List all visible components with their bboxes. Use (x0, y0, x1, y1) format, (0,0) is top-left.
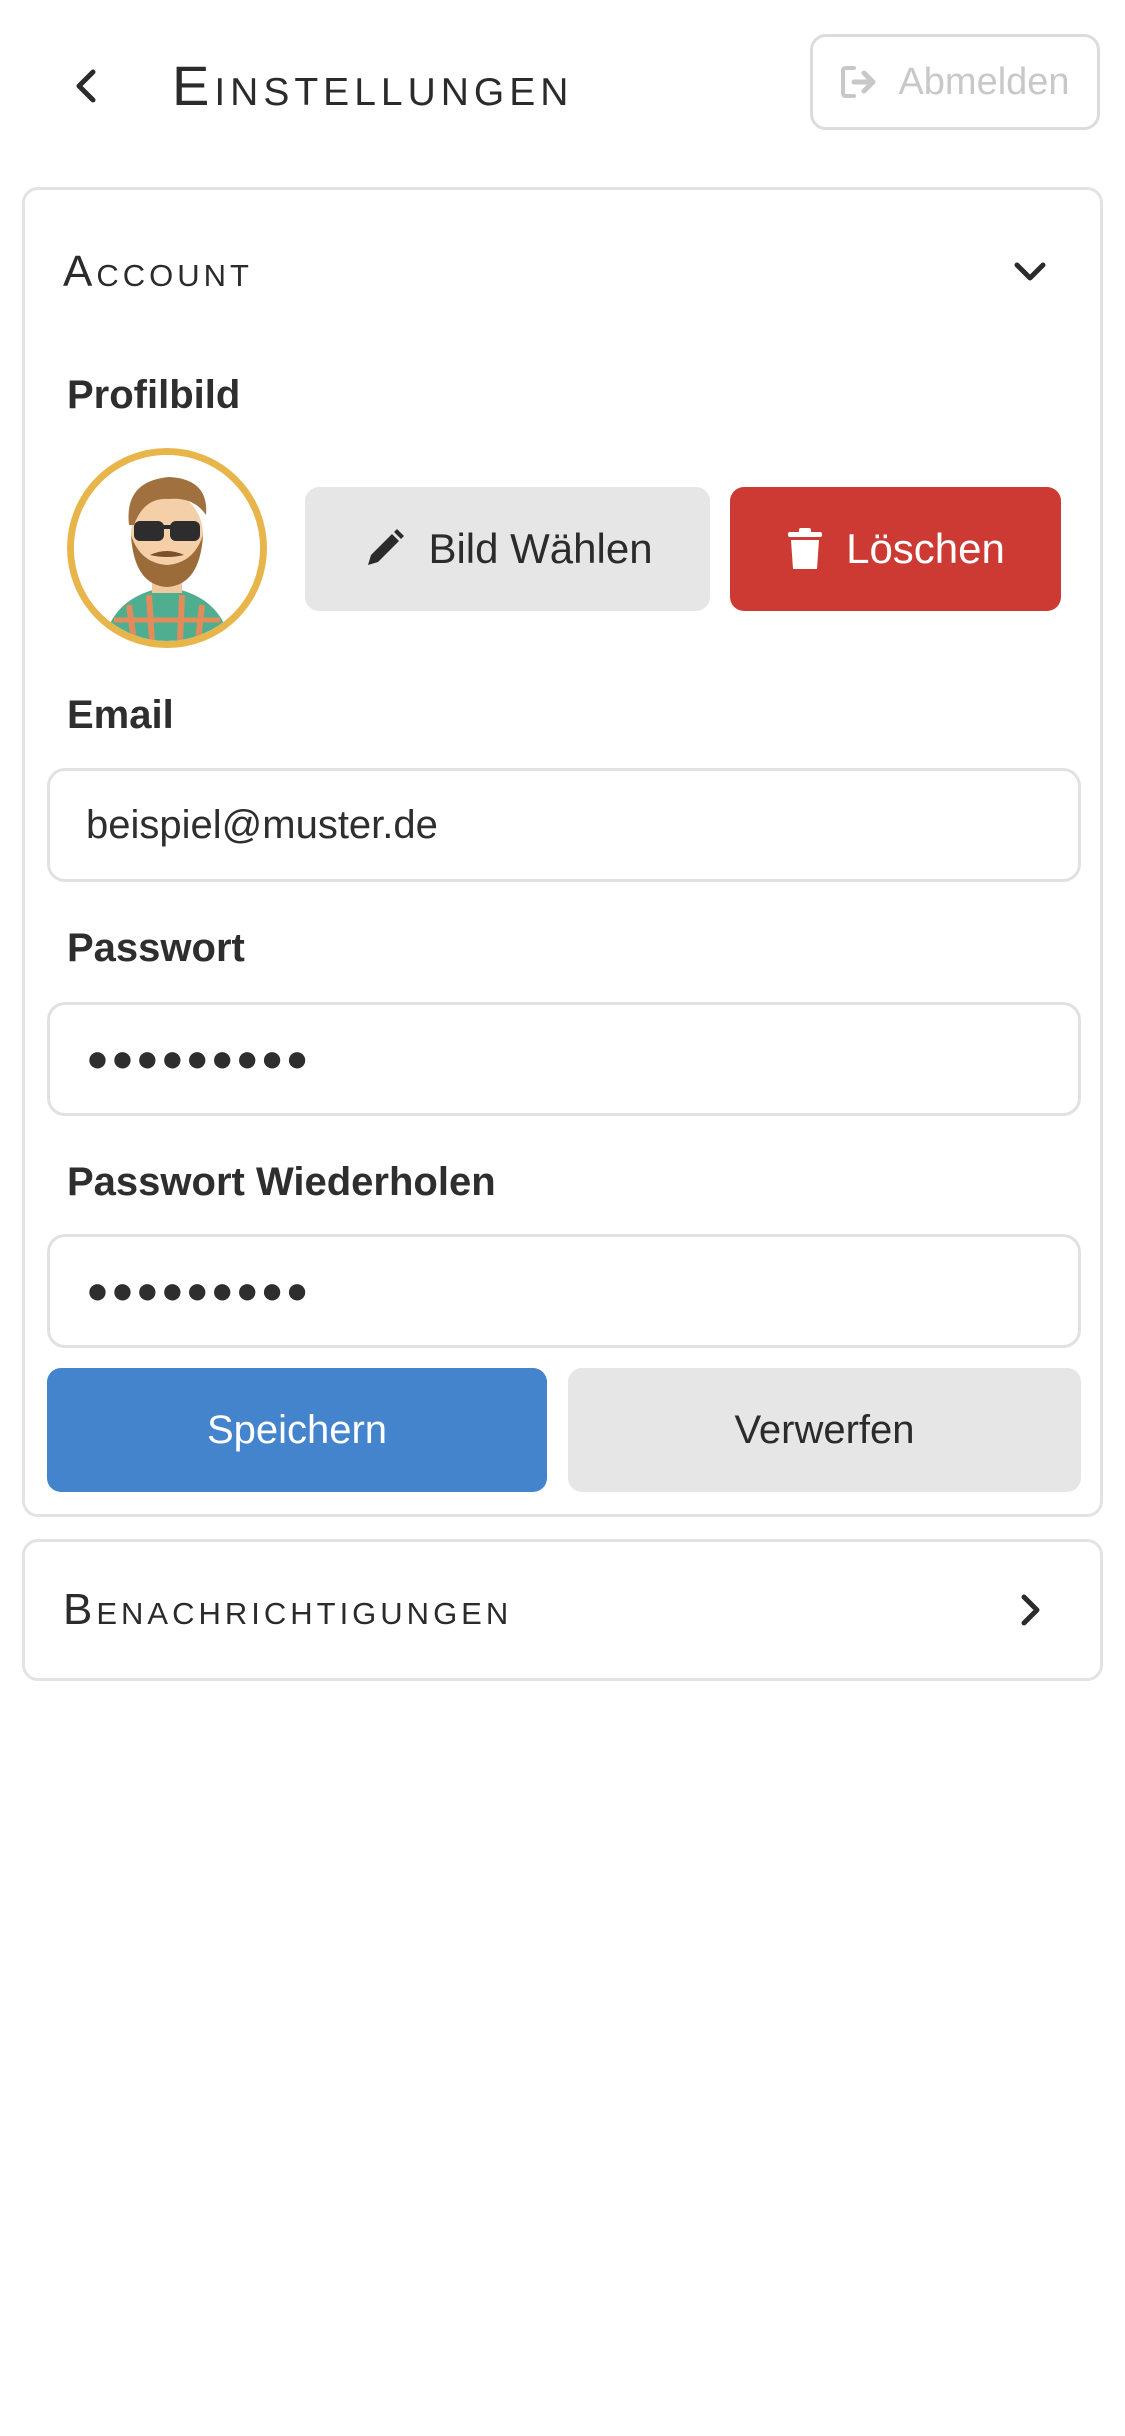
logout-label: Abmelden (898, 60, 1070, 103)
account-panel-title[interactable]: Account (63, 232, 253, 312)
discard-button[interactable]: Verwerfen (568, 1368, 1081, 1492)
password-field[interactable]: ●●●●●●●●● (47, 1002, 1081, 1116)
pencil-icon (368, 529, 405, 565)
logout-button[interactable]: Abmelden (810, 34, 1100, 130)
chevron-right-icon (1021, 1594, 1040, 1626)
account-panel: Account Profilbild Bild Wählen Löschen E… (22, 187, 1103, 1517)
avatar-illustration (74, 455, 260, 641)
choose-image-button[interactable]: Bild Wählen (305, 487, 710, 611)
trash-icon (788, 528, 823, 569)
account-toggle[interactable] (1000, 242, 1060, 302)
chevron-left-icon (76, 69, 96, 103)
save-button[interactable]: Speichern (47, 1368, 547, 1492)
notifications-toggle[interactable] (1000, 1580, 1060, 1640)
password-repeat-field[interactable]: ●●●●●●●●● (47, 1234, 1081, 1348)
notifications-panel[interactable]: Benachrichtigungen (22, 1539, 1103, 1681)
app-header: Einstellungen Abmelden (0, 0, 1125, 170)
sign-out-icon (841, 66, 876, 98)
page-title: Einstellungen (172, 54, 574, 117)
notifications-panel-title[interactable]: Benachrichtigungen (63, 1570, 512, 1650)
password-label: Passwort (67, 926, 245, 970)
back-button[interactable] (52, 50, 124, 122)
profile-picture-label: Profilbild (67, 373, 241, 417)
avatar (67, 448, 267, 648)
chevron-down-icon (1014, 262, 1046, 281)
discard-label: Verwerfen (734, 1407, 915, 1452)
save-label: Speichern (206, 1407, 388, 1452)
delete-image-button[interactable]: Löschen (730, 487, 1061, 611)
delete-image-label: Löschen (846, 525, 1005, 572)
email-field[interactable]: beispiel@muster.de (47, 768, 1081, 882)
choose-image-label: Bild Wählen (428, 525, 653, 572)
email-label: Email (67, 693, 174, 737)
password-repeat-label: Passwort Wiederholen (67, 1160, 496, 1204)
